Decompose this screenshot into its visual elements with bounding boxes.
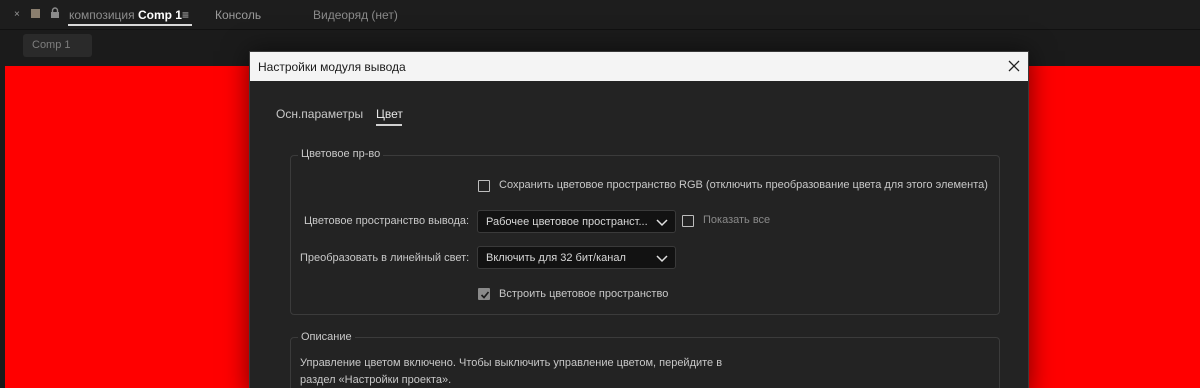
show-all-label: Показать все [703,214,771,226]
linearize-value: Включить для 32 бит/канал [486,252,626,264]
description-line-2: раздел «Настройки проекта». [300,374,452,386]
dialog-title: Настройки модуля вывода [258,60,406,74]
tab-basic-settings[interactable]: Осн.параметры [276,107,363,121]
chevron-down-icon [656,219,668,227]
active-tab-indicator [68,24,192,26]
tab-color[interactable]: Цвет [376,107,403,121]
composition-color-swatch-icon [31,9,40,18]
description-group-title: Описание [298,331,355,343]
output-module-settings-dialog: Настройки модуля вывода Осн.параметры Цв… [249,51,1029,388]
dialog-titlebar: Настройки модуля вывода [250,52,1028,81]
preserve-rgb-label: Сохранить цветовое пространство RGB (отк… [499,179,988,191]
embed-color-space-checkbox[interactable] [478,288,490,300]
output-color-space-label: Цветовое пространство вывода: [304,215,470,227]
preserve-rgb-checkbox[interactable] [478,180,490,192]
description-line-1: Управление цветом включено. Чтобы выключ… [300,357,723,369]
lock-icon[interactable] [50,7,60,19]
panel-tab-bar: × композиция Comp 1 ≡ Консоль Видеоряд (… [0,0,1200,30]
tab-composition[interactable]: композиция Comp 1 [69,8,182,22]
tab-composition-prefix: композиция [69,8,135,22]
show-all-checkbox[interactable] [682,215,694,227]
linearize-select[interactable]: Включить для 32 бит/канал [477,246,676,269]
description-text: Управление цветом включено. Чтобы выключ… [300,355,760,388]
linearize-label: Преобразовать в линейный свет: [300,252,470,264]
comp-breadcrumb-chip[interactable]: Comp 1 [23,34,92,57]
active-dialog-tab-indicator [376,124,402,126]
close-tab-icon[interactable]: × [14,9,20,20]
output-color-space-value: Рабочее цветовое пространст... [486,216,648,228]
checkmark-icon [480,291,490,299]
dialog-close-icon[interactable] [1006,58,1022,74]
tab-footage[interactable]: Видеоряд (нет) [313,8,398,22]
tab-composition-name: Comp 1 [137,8,182,22]
panel-menu-icon[interactable]: ≡ [182,8,189,22]
tab-console[interactable]: Консоль [215,8,261,22]
embed-color-space-label: Встроить цветовое пространство [499,288,669,300]
color-space-group-title: Цветовое пр-во [298,148,384,160]
output-color-space-select[interactable]: Рабочее цветовое пространст... [477,210,676,233]
chevron-down-icon [656,255,668,263]
